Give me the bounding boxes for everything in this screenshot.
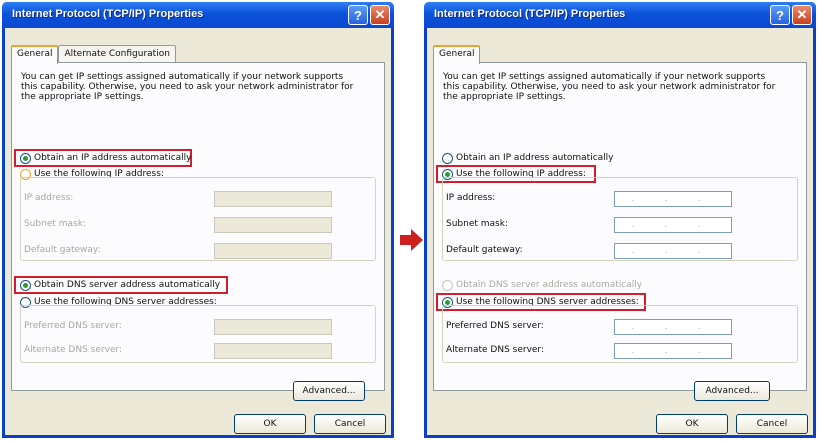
dialog-body: General You can get IP settings assigned… [427, 28, 813, 435]
close-button[interactable]: ✕ [370, 5, 390, 25]
alternate-dns-label: Alternate DNS server: [24, 345, 123, 355]
alternate-dns-input[interactable]: . . . [614, 343, 732, 359]
radio-obtain-dns-auto[interactable]: Obtain DNS server address automatically [20, 278, 220, 292]
help-button[interactable]: ? [770, 5, 790, 25]
cancel-button[interactable]: Cancel [314, 414, 386, 434]
ok-button[interactable]: OK [234, 414, 306, 434]
help-button[interactable]: ? [348, 5, 368, 25]
dialog-title: Internet Protocol (TCP/IP) Properties [434, 8, 626, 20]
alternate-dns-input[interactable] [214, 343, 332, 359]
arrow-head [411, 229, 423, 251]
tcpip-dialog-before: Internet Protocol (TCP/IP) Properties ? … [2, 2, 394, 438]
subnet-mask-input[interactable] [214, 217, 332, 233]
general-panel: You can get IP settings assigned automat… [433, 62, 807, 401]
radio-obtain-ip-auto[interactable]: Obtain an IP address automatically [442, 151, 614, 165]
subnet-mask-label: Subnet mask: [24, 219, 86, 229]
preferred-dns-input[interactable] [214, 319, 332, 335]
tcpip-dialog-after: Internet Protocol (TCP/IP) Properties ? … [424, 2, 816, 438]
tab-strip: General Alternate Configuration [11, 45, 176, 64]
default-gateway-input[interactable]: . . . [614, 243, 732, 259]
default-gateway-input[interactable] [214, 243, 332, 259]
ok-button[interactable]: OK [656, 414, 728, 434]
ip-address-label: IP address: [446, 193, 496, 203]
dialog-body: General Alternate Configuration You can … [5, 28, 391, 435]
preferred-dns-label: Preferred DNS server: [446, 321, 544, 331]
subnet-mask-input[interactable]: . . . [614, 217, 732, 233]
radio-dot [20, 152, 31, 164]
description-text: You can get IP settings assigned automat… [443, 72, 776, 102]
ip-address-input[interactable] [214, 191, 332, 207]
advanced-button[interactable]: Advanced... [694, 381, 770, 401]
general-panel: You can get IP settings assigned automat… [11, 62, 385, 401]
description-text: You can get IP settings assigned automat… [21, 72, 354, 102]
tab-strip: General [433, 45, 481, 64]
radio-dot [442, 279, 453, 291]
radio-label: Obtain an IP address automatically [456, 153, 614, 163]
ip-address-input[interactable]: . . . [614, 191, 732, 207]
tab-alternate-configuration[interactable]: Alternate Configuration [58, 45, 176, 63]
radio-label: Obtain DNS server address automatically [456, 280, 643, 290]
title-bar[interactable]: Internet Protocol (TCP/IP) Properties ? … [2, 2, 394, 28]
radio-dot [442, 152, 453, 164]
advanced-button[interactable]: Advanced... [293, 381, 365, 401]
alternate-dns-label: Alternate DNS server: [446, 345, 545, 355]
tab-general[interactable]: General [433, 45, 481, 64]
close-button[interactable]: ✕ [792, 5, 812, 25]
radio-obtain-dns-auto[interactable]: Obtain DNS server address automatically [442, 278, 642, 292]
preferred-dns-label: Preferred DNS server: [24, 321, 122, 331]
radio-dot [20, 279, 31, 291]
subnet-mask-label: Subnet mask: [446, 219, 508, 229]
radio-obtain-ip-auto[interactable]: Obtain an IP address automatically [20, 151, 192, 165]
title-bar[interactable]: Internet Protocol (TCP/IP) Properties ? … [424, 2, 816, 28]
dialog-title: Internet Protocol (TCP/IP) Properties [12, 8, 204, 20]
ip-address-label: IP address: [24, 193, 74, 203]
tab-general[interactable]: General [11, 45, 59, 64]
default-gateway-label: Default gateway: [24, 245, 101, 255]
preferred-dns-input[interactable]: . . . [614, 319, 732, 335]
cancel-button[interactable]: Cancel [736, 414, 808, 434]
default-gateway-label: Default gateway: [446, 245, 523, 255]
radio-label: Obtain DNS server address automatically [34, 280, 221, 290]
radio-label: Obtain an IP address automatically [34, 153, 192, 163]
